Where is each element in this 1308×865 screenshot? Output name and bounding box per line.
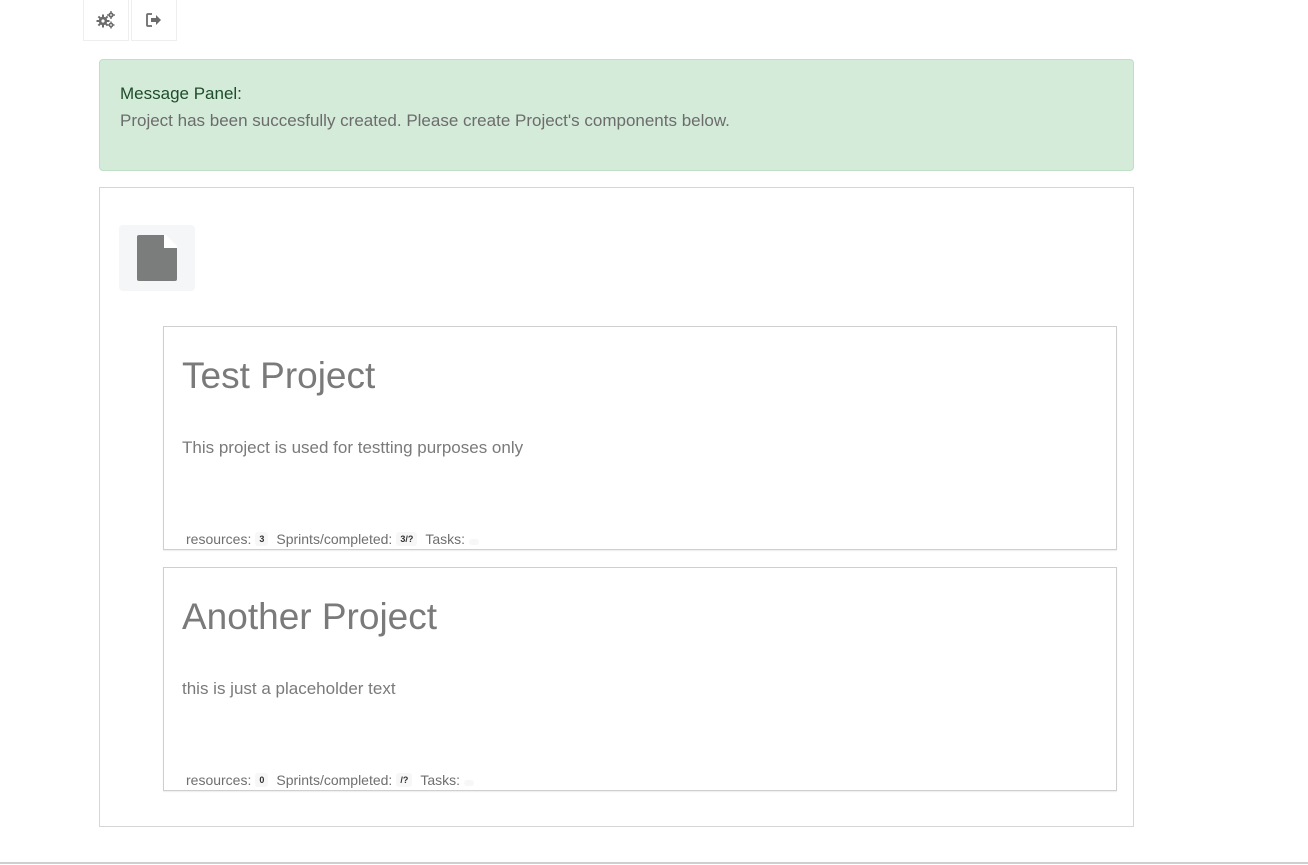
gears-icon (96, 11, 115, 29)
resources-badge: 0 (255, 773, 269, 787)
sign-out-icon (146, 13, 161, 27)
new-file-button[interactable] (119, 225, 195, 291)
resources-label: resources: (186, 531, 252, 547)
bottom-divider (0, 862, 1308, 864)
tasks-badge (469, 539, 480, 545)
project-card[interactable]: Another Project this is just a placehold… (163, 567, 1117, 791)
settings-button[interactable] (83, 0, 129, 41)
project-title[interactable]: Another Project (182, 596, 437, 638)
project-description: this is just a placeholder text (182, 679, 396, 698)
resources-badge: 3 (255, 532, 269, 546)
projects-panel: Test Project This project is used for te… (99, 187, 1134, 827)
project-meta: resources: 3 Sprints/completed: 3/? Task… (186, 530, 487, 548)
sprints-badge: 3/? (396, 532, 418, 546)
tasks-label: Tasks: (420, 772, 461, 788)
sprints-label: Sprints/completed: (276, 772, 393, 788)
project-title[interactable]: Test Project (182, 355, 375, 397)
logout-button[interactable] (131, 0, 177, 41)
page: Message Panel: Project has been succesfu… (0, 0, 1308, 865)
tasks-badge (464, 780, 475, 786)
project-meta: resources: 0 Sprints/completed: /? Tasks… (186, 771, 482, 789)
message-panel: Message Panel: Project has been succesfu… (99, 59, 1134, 171)
resources-label: resources: (186, 772, 252, 788)
sprints-label: Sprints/completed: (276, 531, 393, 547)
sprints-badge: /? (396, 773, 413, 787)
tasks-label: Tasks: (425, 531, 466, 547)
message-panel-text: Project has been succesfully created. Pl… (120, 111, 730, 130)
file-icon (137, 235, 177, 281)
project-card[interactable]: Test Project This project is used for te… (163, 326, 1117, 550)
message-panel-title: Message Panel: (120, 84, 242, 103)
project-description: This project is used for testting purpos… (182, 438, 524, 457)
